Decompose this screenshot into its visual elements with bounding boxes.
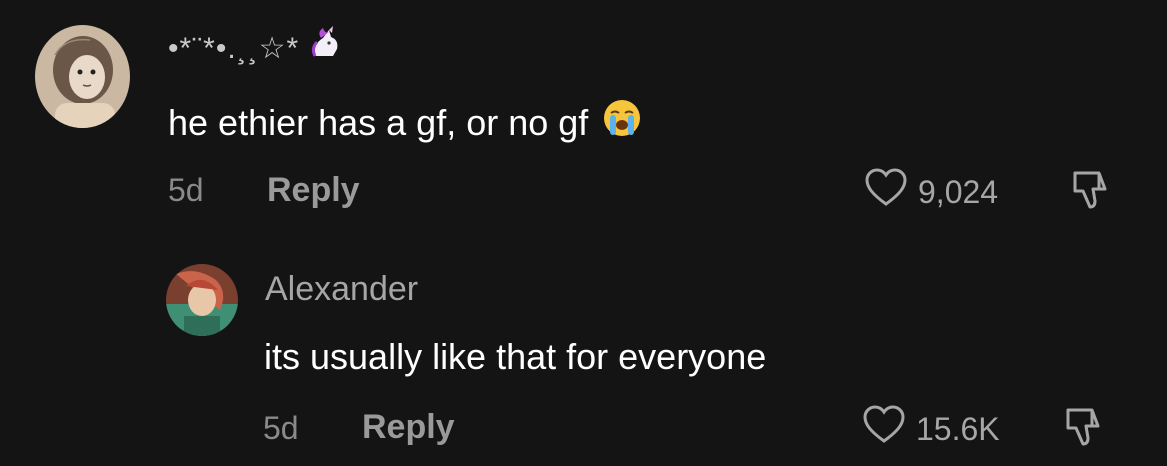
dislike-button[interactable] (1062, 404, 1106, 453)
comment-timestamp: 5d (168, 172, 204, 208)
reply-button[interactable]: Reply (362, 408, 455, 447)
comment-text: he ethier has a gf, or no gf (168, 98, 642, 147)
like-button[interactable]: 9,024 (864, 168, 998, 216)
reply-avatar[interactable] (166, 264, 238, 336)
like-button[interactable]: 15.6K (862, 405, 1000, 453)
thumbs-down-icon (1069, 171, 1113, 215)
username-text: •*¨*•.¸¸☆* (168, 31, 300, 65)
heart-icon (864, 168, 908, 216)
unicorn-icon (307, 26, 343, 70)
reply-body: its usually like that for everyone (264, 336, 767, 377)
comment-username[interactable]: •*¨*•.¸¸☆* (168, 26, 343, 70)
thumbs-down-icon (1062, 408, 1106, 452)
heart-icon (862, 405, 906, 453)
comment-body: he ethier has a gf, or no gf (168, 101, 589, 143)
like-count: 9,024 (918, 173, 999, 210)
reply-button[interactable]: Reply (267, 171, 360, 210)
reply-text: its usually like that for everyone (264, 336, 766, 378)
like-count: 15.6K (916, 410, 1000, 447)
commenter-avatar[interactable] (35, 25, 130, 128)
reply-timestamp: 5d (263, 410, 299, 446)
dislike-button[interactable] (1069, 167, 1113, 216)
reply-username[interactable]: Alexander (265, 270, 418, 309)
loudly-crying-face-icon (602, 98, 642, 147)
